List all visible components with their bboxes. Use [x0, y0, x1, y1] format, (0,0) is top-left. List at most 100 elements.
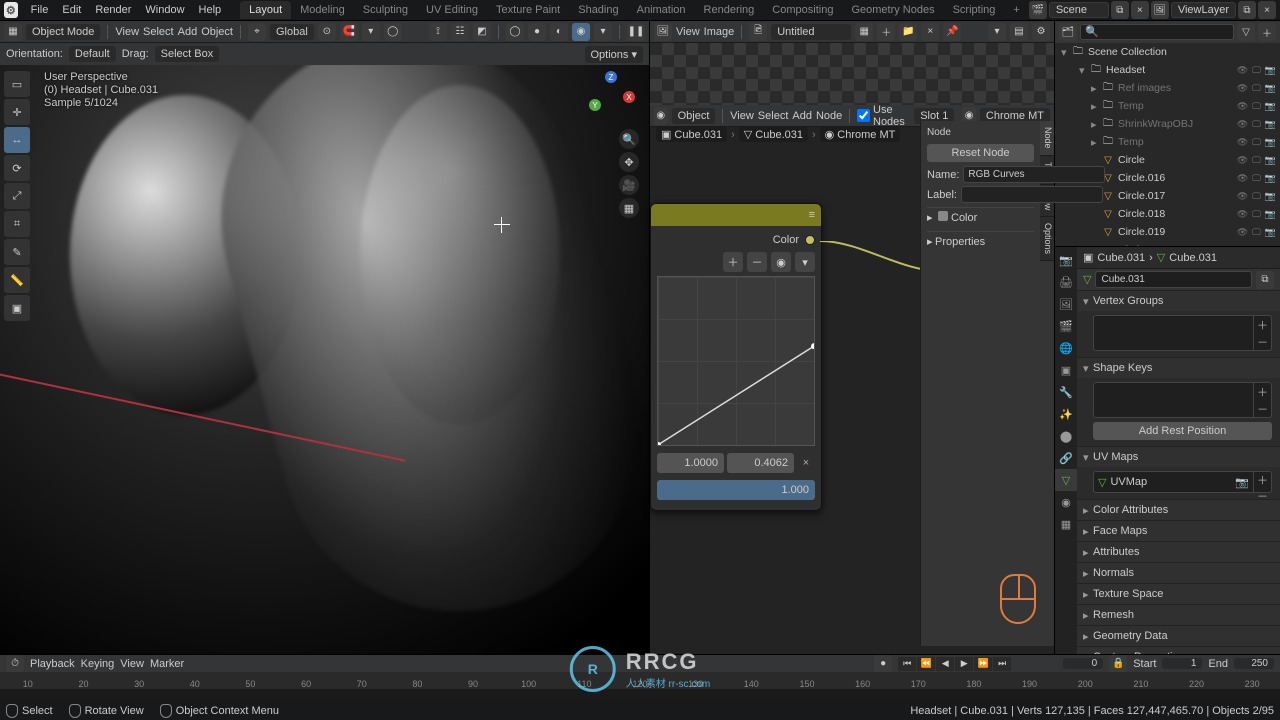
scene-field[interactable]: Scene	[1049, 2, 1109, 18]
image-new-icon[interactable]: ＋	[877, 23, 895, 41]
restrict-render-icon[interactable]: 📷	[1264, 64, 1277, 77]
nav-camera-icon[interactable]: 🎥	[619, 175, 639, 195]
workspace-tab-geo[interactable]: Geometry Nodes	[842, 1, 943, 19]
restrict-viewport-icon[interactable]: 🖵	[1250, 64, 1263, 77]
image-editor[interactable]: 🖼 View Image 🖻 Untitled ▦ ＋ 📁 × 📌 ▾ ▤ ⚙ …	[650, 21, 1055, 654]
vg-add[interactable]: ＋	[1254, 316, 1271, 333]
node-menu-select[interactable]: Select	[758, 110, 789, 122]
curve-fac-value[interactable]: 1.000	[657, 480, 815, 500]
workspace-tab-anim[interactable]: Animation	[628, 1, 695, 19]
outliner-type-icon[interactable]: 🗂	[1059, 23, 1077, 41]
shade-wire-icon[interactable]: ◯	[506, 23, 524, 41]
workspace-tab-sculpting[interactable]: Sculpting	[354, 1, 417, 19]
restrict-render-icon[interactable]: 📷	[1264, 100, 1277, 113]
rgb-curves-node[interactable]: ≡ Color ＋ － ◉ ▾	[650, 203, 822, 511]
node-label-input[interactable]	[961, 186, 1103, 203]
restrict-viewport-icon[interactable]: 🖵	[1250, 190, 1263, 203]
nav-persp-icon[interactable]: ▦	[619, 198, 639, 218]
frame-end[interactable]: 250	[1234, 658, 1274, 669]
workspace-tab-comp[interactable]: Compositing	[763, 1, 842, 19]
shade-rendered-icon[interactable]: ◉	[572, 23, 590, 41]
ptab-modifiers[interactable]: 🔧	[1055, 381, 1077, 403]
tool-addcube[interactable]: ▣	[4, 295, 30, 321]
restrict-render-icon[interactable]: 📷	[1264, 82, 1277, 95]
tl-menu-playback[interactable]: Playback	[30, 658, 75, 670]
uv-map-item[interactable]: UVMap	[1110, 476, 1147, 488]
proportional-icon[interactable]: ◯	[384, 23, 402, 41]
uv-add[interactable]: ＋	[1254, 472, 1271, 488]
imged-type-icon[interactable]: 🖼	[654, 23, 672, 41]
jump-start-icon[interactable]: ⏮	[898, 657, 916, 671]
restrict-render-icon[interactable]: 📷	[1264, 226, 1277, 239]
vg-remove[interactable]: －	[1254, 333, 1271, 350]
snap-dd-icon[interactable]: ▾	[362, 23, 380, 41]
restrict-viewport-icon[interactable]: 🖵	[1250, 82, 1263, 95]
node-menu-view[interactable]: View	[730, 110, 754, 122]
curve-clear-icon[interactable]: ×	[797, 452, 815, 474]
restrict-render-icon[interactable]: 📷	[1264, 154, 1277, 167]
color-output-socket[interactable]	[805, 235, 815, 245]
orientation-default[interactable]: Default	[69, 46, 116, 62]
sect-tex-space[interactable]: ▸Texture Space	[1077, 584, 1280, 604]
tool-select-box[interactable]: ▭	[4, 71, 30, 97]
restrict-select-icon[interactable]: 👁	[1236, 154, 1249, 167]
outliner-filter-icon[interactable]: ▽	[1237, 23, 1255, 41]
sect-custom-props[interactable]: ▸Custom Properties	[1077, 647, 1280, 654]
outliner-item[interactable]: ▽Circle.019👁🖵📷	[1055, 223, 1280, 241]
shape-keys-list[interactable]: ＋－	[1093, 382, 1272, 418]
uv-checker-area[interactable]	[650, 43, 1054, 105]
tl-menu-keying[interactable]: Keying	[81, 658, 115, 670]
outliner-search[interactable]	[1080, 24, 1234, 40]
ptab-scene[interactable]: 🎬	[1055, 315, 1077, 337]
sk-remove[interactable]: －	[1254, 400, 1271, 417]
timeline-track[interactable]: 1020304050607080901001101201301401501601…	[0, 672, 1280, 689]
workspace-tab-render[interactable]: Rendering	[695, 1, 764, 19]
workspace-tab-shading[interactable]: Shading	[569, 1, 627, 19]
sect-uv-maps[interactable]: ▾UV Maps	[1077, 447, 1280, 467]
restrict-render-icon[interactable]: 📷	[1264, 136, 1277, 149]
outl-scene-collection[interactable]: ▾🗀 Scene Collection	[1055, 43, 1280, 61]
image-unlink-icon[interactable]: ×	[921, 23, 939, 41]
restrict-viewport-icon[interactable]: 🖵	[1250, 136, 1263, 149]
sidebar-color-section[interactable]: ▸Color	[927, 207, 1034, 227]
node-menu-add[interactable]: Add	[792, 110, 812, 122]
ptab-material[interactable]: ◉	[1055, 491, 1077, 513]
side-tab-options[interactable]: Options	[1040, 217, 1054, 261]
ptab-object[interactable]: ▣	[1055, 359, 1077, 381]
ptab-viewlayer[interactable]: 🖼	[1055, 293, 1077, 315]
ptab-texture[interactable]: ▦	[1055, 513, 1077, 535]
sect-remesh[interactable]: ▸Remesh	[1077, 605, 1280, 625]
tool-move[interactable]: ↔	[4, 127, 30, 153]
restrict-select-icon[interactable]: 👁	[1236, 100, 1249, 113]
shade-solid-icon[interactable]: ●	[528, 23, 546, 41]
tool-scale[interactable]: ⤢	[4, 183, 30, 209]
node-mode[interactable]: Object	[672, 108, 716, 124]
curve-del-point[interactable]: －	[747, 252, 767, 272]
timeline-type-icon[interactable]: ⏱	[6, 655, 24, 673]
viewlayer-del-icon[interactable]: ×	[1258, 1, 1276, 19]
menu-render[interactable]: Render	[88, 4, 138, 16]
sect-shape-keys[interactable]: ▾Shape Keys	[1077, 358, 1280, 378]
scene-new-icon[interactable]: ⧉	[1111, 1, 1129, 19]
restrict-render-icon[interactable]: 📷	[1264, 208, 1277, 221]
tool-annotate[interactable]: ✎	[4, 239, 30, 265]
orientation-icon[interactable]: ⌖	[248, 23, 266, 41]
prop-crumb-data[interactable]: Cube.031	[1169, 252, 1217, 264]
shade-dd-icon[interactable]: ▾	[594, 23, 612, 41]
sect-vertex-groups[interactable]: ▾Vertex Groups	[1077, 291, 1280, 311]
mode-dropdown[interactable]: Object Mode	[26, 24, 100, 40]
image-pin-icon[interactable]: 📌	[943, 23, 961, 41]
restrict-viewport-icon[interactable]: 🖵	[1250, 226, 1263, 239]
vp-menu-object[interactable]: Object	[201, 26, 233, 38]
restrict-viewport-icon[interactable]: 🖵	[1250, 100, 1263, 113]
sect-face-maps[interactable]: ▸Face Maps	[1077, 521, 1280, 541]
outliner-item[interactable]: ▸🗀Ref images👁🖵📷	[1055, 79, 1280, 97]
play-icon[interactable]: ▶	[955, 657, 973, 671]
restrict-render-icon[interactable]: 📷	[1264, 190, 1277, 203]
drag-selectbox[interactable]: Select Box	[155, 46, 220, 62]
ptab-world[interactable]: 🌐	[1055, 337, 1077, 359]
curve-y-value[interactable]: 0.4062	[727, 453, 794, 473]
imged-menu-view[interactable]: View	[676, 26, 700, 38]
ptab-constraint[interactable]: 🔗	[1055, 447, 1077, 469]
tool-transform[interactable]: ⌗	[4, 211, 30, 237]
